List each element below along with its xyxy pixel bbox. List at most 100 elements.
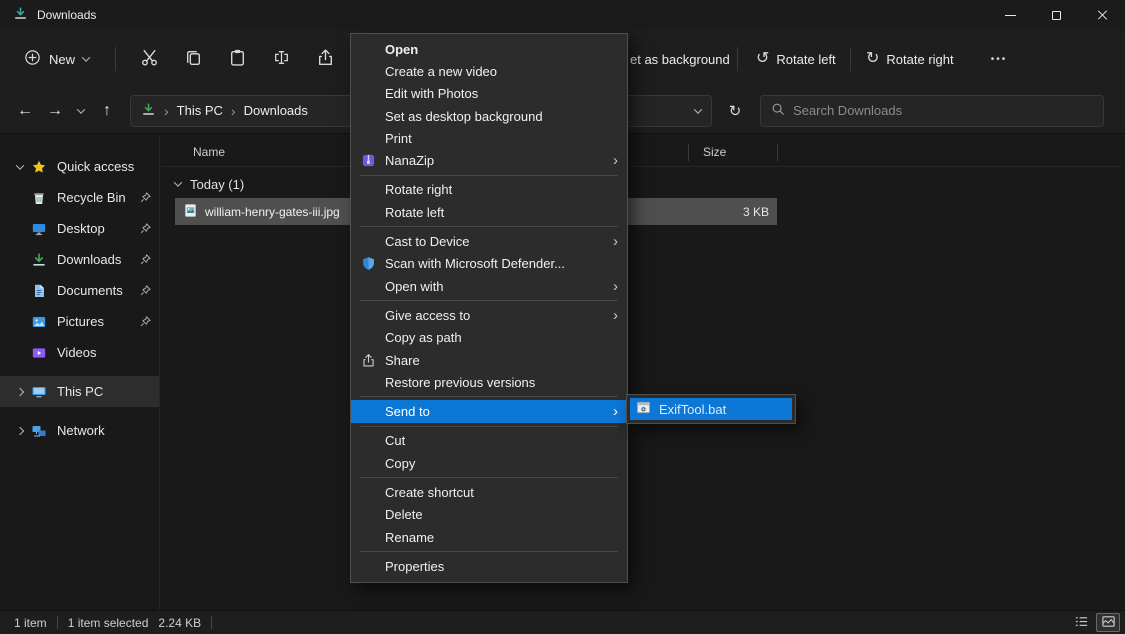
menu-item-give-access-to[interactable]: Give access to›: [351, 304, 627, 326]
breadcrumb-downloads[interactable]: Downloads: [244, 103, 308, 118]
sidebar-item-label: Recycle Bin: [57, 190, 126, 205]
menu-item-delete[interactable]: Delete: [351, 504, 627, 526]
paste-button[interactable]: [218, 42, 256, 76]
more-options-button[interactable]: •••: [978, 41, 1020, 77]
up-icon: ↑: [103, 102, 111, 120]
forward-icon: →: [47, 102, 63, 120]
this-pc-icon: [30, 384, 48, 400]
cut-button[interactable]: [130, 42, 168, 76]
sidebar-item-pictures[interactable]: Pictures: [0, 306, 159, 337]
menu-item-open-with[interactable]: Open with›: [351, 275, 627, 297]
column-divider[interactable]: [777, 144, 778, 161]
menu-item-scan-with-microsoft-defender[interactable]: Scan with Microsoft Defender...: [351, 253, 627, 275]
column-header-name[interactable]: Name: [193, 145, 225, 159]
menu-item-share[interactable]: Share: [351, 349, 627, 371]
forward-button[interactable]: →: [40, 96, 70, 126]
rename-button[interactable]: [262, 42, 300, 76]
address-dropdown-icon[interactable]: [694, 105, 702, 113]
rotate-left-icon: ↺: [756, 51, 769, 67]
menu-item-cut[interactable]: Cut: [351, 430, 627, 452]
sidebar-item-network[interactable]: Network: [0, 415, 159, 446]
menu-item-send-to[interactable]: Send to›: [351, 400, 627, 422]
details-view-button[interactable]: [1069, 613, 1093, 632]
submenu-arrow-icon: ›: [613, 153, 618, 168]
share-icon: [316, 48, 335, 70]
batch-file-icon: [636, 400, 651, 418]
rotate-right-icon: ↻: [866, 51, 879, 67]
menu-item-rotate-right[interactable]: Rotate right: [351, 179, 627, 201]
rotate-left-button[interactable]: ↺ Rotate left: [748, 41, 844, 77]
chevron-down-icon[interactable]: [10, 164, 30, 170]
menu-item-rotate-left[interactable]: Rotate left: [351, 201, 627, 223]
menu-item-create-a-new-video[interactable]: Create a new video: [351, 60, 627, 82]
group-label: Today (1): [190, 177, 244, 192]
new-plus-icon: [24, 49, 41, 69]
ellipsis-icon: •••: [991, 54, 1008, 65]
sidebar-item-label: Pictures: [57, 314, 104, 329]
maximize-button[interactable]: [1033, 0, 1079, 30]
chevron-right-icon[interactable]: [10, 389, 30, 395]
file-name: william-henry-gates-iii.jpg: [205, 205, 340, 219]
search-icon: [771, 102, 785, 119]
menu-item-copy-as-path[interactable]: Copy as path: [351, 327, 627, 349]
menu-item-cast-to-device[interactable]: Cast to Device›: [351, 230, 627, 252]
search-input[interactable]: [793, 103, 1093, 118]
chevron-down-icon: [77, 105, 85, 113]
close-button[interactable]: [1079, 0, 1125, 30]
menu-item-open[interactable]: Open: [351, 38, 627, 60]
sidebar-item-desktop[interactable]: Desktop: [0, 213, 159, 244]
recycle-bin-icon: [30, 190, 48, 206]
sidebar-item-recycle-bin[interactable]: Recycle Bin: [0, 182, 159, 213]
menu-item-rename[interactable]: Rename: [351, 526, 627, 548]
network-icon: [30, 423, 48, 439]
rotate-left-label: Rotate left: [776, 52, 835, 67]
column-header-size[interactable]: Size: [703, 145, 726, 159]
thumbnail-view-button[interactable]: [1096, 613, 1120, 632]
sidebar-item-videos[interactable]: Videos: [0, 337, 159, 368]
recent-locations-button[interactable]: [70, 96, 92, 126]
titlebar: Downloads: [0, 0, 1125, 30]
rename-icon: [272, 48, 291, 70]
sidebar-item-label: Videos: [57, 345, 97, 360]
sidebar-item-documents[interactable]: Documents: [0, 275, 159, 306]
minimize-button[interactable]: [987, 0, 1033, 30]
new-button[interactable]: New: [12, 42, 101, 76]
share-menu-icon: [351, 353, 385, 368]
menu-item-create-shortcut[interactable]: Create shortcut: [351, 481, 627, 503]
sidebar-item-downloads[interactable]: Downloads: [0, 244, 159, 275]
group-header-today[interactable]: Today (1): [175, 173, 244, 195]
menu-item-nanazip[interactable]: NanaZip ›: [351, 149, 627, 171]
minimize-icon: [1005, 15, 1016, 16]
submenu-arrow-icon: ›: [613, 234, 618, 249]
rotate-right-button[interactable]: ↻ Rotate right: [858, 41, 962, 77]
toolbar-separator: [115, 47, 116, 71]
submenu-arrow-icon: ›: [613, 308, 618, 323]
sidebar-item-this-pc[interactable]: This PC: [0, 376, 159, 407]
menu-item-copy[interactable]: Copy: [351, 452, 627, 474]
copy-button[interactable]: [174, 42, 212, 76]
share-button[interactable]: [306, 42, 344, 76]
paste-icon: [228, 48, 247, 70]
column-divider[interactable]: [688, 144, 689, 161]
details-view-icon: [1074, 614, 1089, 632]
menu-item-restore-previous-versions[interactable]: Restore previous versions: [351, 371, 627, 393]
chevron-right-icon[interactable]: [10, 428, 30, 434]
menu-item-properties[interactable]: Properties: [351, 555, 627, 577]
statusbar-divider: [211, 616, 212, 629]
cut-icon: [140, 48, 159, 70]
menu-separator: [360, 226, 618, 227]
menu-item-edit-with-photos[interactable]: Edit with Photos: [351, 83, 627, 105]
submenu-item-exiftool-bat[interactable]: ExifTool.bat: [630, 398, 792, 420]
menu-item-print[interactable]: Print: [351, 127, 627, 149]
breadcrumb-this-pc[interactable]: This PC: [177, 103, 223, 118]
refresh-button[interactable]: ↻: [718, 96, 752, 126]
menu-item-set-as-desktop-background[interactable]: Set as desktop background: [351, 105, 627, 127]
set-as-background-button[interactable]: et as background: [630, 30, 730, 88]
pictures-icon: [30, 314, 48, 330]
sidebar-item-label: Network: [57, 423, 105, 438]
up-button[interactable]: ↑: [92, 96, 122, 126]
back-button[interactable]: ←: [10, 96, 40, 126]
sidebar-item-quick-access[interactable]: Quick access: [0, 151, 159, 182]
send-to-submenu: ExifTool.bat: [626, 394, 796, 424]
chevron-down-icon: [174, 178, 182, 186]
